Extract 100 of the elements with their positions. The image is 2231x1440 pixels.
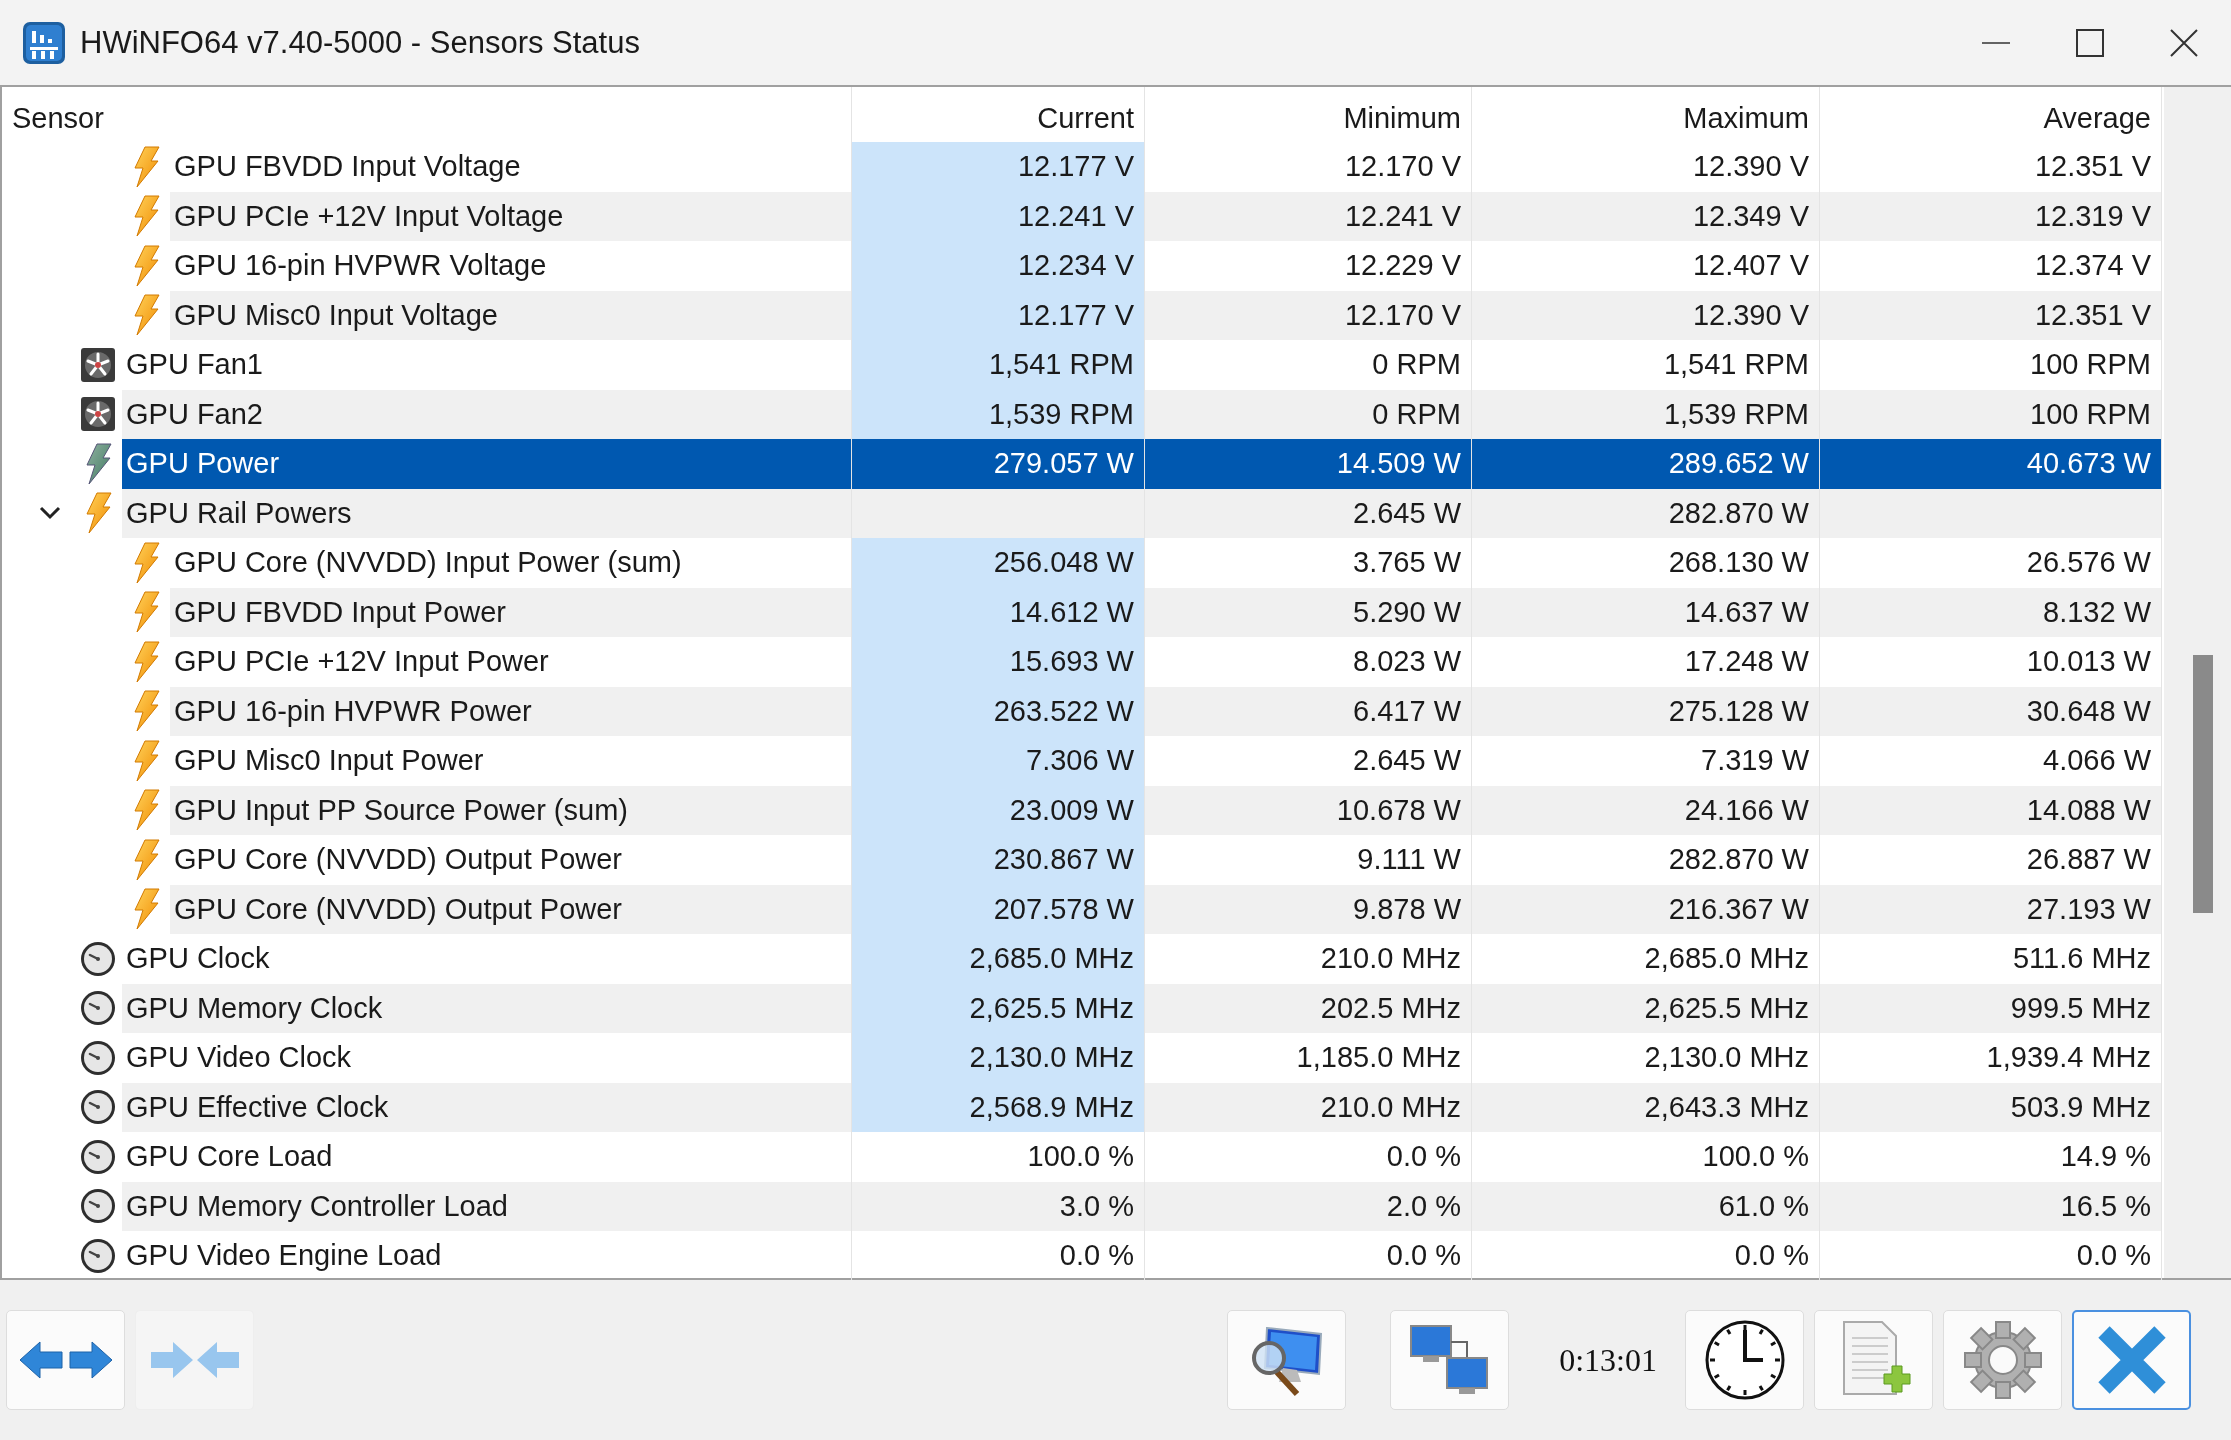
maximum-value: 282.870 W	[1472, 488, 1820, 538]
maximize-icon[interactable]	[2075, 27, 2105, 58]
maximum-value: 17.248 W	[1472, 637, 1820, 687]
current-value: 2,685.0 MHz	[852, 934, 1145, 984]
sensor-name[interactable]: GPU 16-pin HVPWR Voltage	[170, 241, 851, 291]
network-button[interactable]	[1390, 1310, 1510, 1410]
average-value: 503.9 MHz	[1820, 1082, 2162, 1132]
log-button[interactable]	[1814, 1310, 1933, 1410]
current-value: 279.057 W	[852, 439, 1145, 489]
minimum-value: 9.111 W	[1145, 835, 1472, 885]
current-value: 12.234 V	[852, 241, 1145, 291]
settings-button[interactable]	[1943, 1310, 2062, 1410]
sensor-name[interactable]: GPU Video Clock	[122, 1033, 851, 1083]
average-value: 8.132 W	[1820, 587, 2162, 637]
average-value: 14.9 %	[1820, 1132, 2162, 1182]
average-value: 511.6 MHz	[1820, 934, 2162, 984]
gauge-icon	[79, 1236, 117, 1275]
lightning-icon	[131, 739, 161, 782]
maximum-value: 2,130.0 MHz	[1472, 1033, 1820, 1083]
app-icon	[22, 20, 66, 65]
sensor-name[interactable]: GPU Rail Powers	[122, 488, 851, 538]
minimum-value: 2.0 %	[1145, 1181, 1472, 1231]
gauge-icon	[79, 1088, 117, 1127]
current-value: 207.578 W	[852, 884, 1145, 934]
minimum-value: 210.0 MHz	[1145, 934, 1472, 984]
sensor-name[interactable]: GPU Input PP Source Power (sum)	[170, 785, 851, 835]
average-value: 40.673 W	[1820, 439, 2162, 489]
sensor-name[interactable]: GPU Core (NVVDD) Input Power (sum)	[170, 538, 851, 588]
sensor-name[interactable]: GPU Memory Controller Load	[122, 1181, 851, 1231]
timer: 0:13:01	[1558, 1341, 1658, 1379]
clock-button[interactable]	[1685, 1310, 1804, 1410]
sensor-name[interactable]: GPU Misc0 Input Power	[170, 736, 851, 786]
close-icon[interactable]	[2169, 27, 2199, 58]
lightning-icon	[131, 244, 161, 287]
fan-icon	[80, 396, 116, 433]
gauge-icon	[79, 1038, 117, 1077]
lightning-icon	[131, 690, 161, 733]
column-header[interactable]: Maximum	[1472, 87, 1820, 142]
sensor-name[interactable]: GPU Fan1	[122, 340, 851, 390]
chevron-icon[interactable]	[38, 505, 62, 522]
close-button[interactable]	[2072, 1310, 2191, 1410]
sensor-name[interactable]: GPU Fan2	[122, 389, 851, 439]
minimum-value: 8.023 W	[1145, 637, 1472, 687]
scrollbar-thumb[interactable]	[2193, 655, 2213, 913]
sensor-name[interactable]: GPU Memory Clock	[122, 983, 851, 1033]
minimum-value: 12.241 V	[1145, 191, 1472, 241]
sensor-name[interactable]: GPU PCIe +12V Input Power	[170, 637, 851, 687]
gauge-icon	[79, 1187, 117, 1226]
sensor-name[interactable]: GPU FBVDD Input Voltage	[170, 142, 851, 192]
average-value: 4.066 W	[1820, 736, 2162, 786]
current-value: 3.0 %	[852, 1181, 1145, 1231]
minimum-value: 5.290 W	[1145, 587, 1472, 637]
maximum-value: 2,685.0 MHz	[1472, 934, 1820, 984]
maximum-value: 282.870 W	[1472, 835, 1820, 885]
column-header[interactable]: Minimum	[1145, 87, 1472, 142]
lightning-icon	[131, 838, 161, 881]
column-header[interactable]: Average	[1820, 87, 2162, 142]
gauge-icon	[79, 939, 117, 978]
maximum-value: 1,541 RPM	[1472, 340, 1820, 390]
maximum-value: 12.390 V	[1472, 142, 1820, 192]
maximum-value: 7.319 W	[1472, 736, 1820, 786]
lightning-icon	[131, 541, 161, 584]
sensor-name[interactable]: GPU Video Engine Load	[122, 1231, 851, 1281]
minimum-value: 2.645 W	[1145, 736, 1472, 786]
sensor-name[interactable]: GPU PCIe +12V Input Voltage	[170, 191, 851, 241]
average-value: 12.351 V	[1820, 290, 2162, 340]
minimum-value: 202.5 MHz	[1145, 983, 1472, 1033]
column-header[interactable]: Sensor	[2, 87, 852, 142]
expand-button[interactable]	[6, 1310, 125, 1410]
sensor-name[interactable]: GPU Clock	[122, 934, 851, 984]
minimum-value: 12.229 V	[1145, 241, 1472, 291]
current-value: 15.693 W	[852, 637, 1145, 687]
sensor-name[interactable]: GPU Core (NVVDD) Output Power	[170, 884, 851, 934]
current-value: 100.0 %	[852, 1132, 1145, 1182]
minimum-value: 210.0 MHz	[1145, 1082, 1472, 1132]
current-value: 12.177 V	[852, 290, 1145, 340]
average-value: 26.576 W	[1820, 538, 2162, 588]
lightning-icon	[131, 591, 161, 634]
maximum-value: 275.128 W	[1472, 686, 1820, 736]
sensor-name[interactable]: GPU Misc0 Input Voltage	[170, 290, 851, 340]
sensor-name[interactable]: GPU Core (NVVDD) Output Power	[170, 835, 851, 885]
lightning-icon	[83, 442, 113, 485]
sensor-name[interactable]: GPU FBVDD Input Power	[170, 587, 851, 637]
sensors-button[interactable]	[1227, 1310, 1347, 1410]
current-value: 1,541 RPM	[852, 340, 1145, 390]
maximum-value: 12.407 V	[1472, 241, 1820, 291]
gauge-icon	[79, 1137, 117, 1176]
average-value: 100 RPM	[1820, 340, 2162, 390]
minimum-value: 3.765 W	[1145, 538, 1472, 588]
sensor-name[interactable]: GPU Core Load	[122, 1132, 851, 1182]
sensor-name[interactable]: GPU Power	[122, 439, 851, 489]
average-value: 12.374 V	[1820, 241, 2162, 291]
lightning-icon	[83, 492, 113, 535]
current-value: 1,539 RPM	[852, 389, 1145, 439]
sensor-name[interactable]: GPU 16-pin HVPWR Power	[170, 686, 851, 736]
gauge-icon	[79, 989, 117, 1028]
maximum-value: 1,539 RPM	[1472, 389, 1820, 439]
fan-icon	[80, 346, 116, 383]
maximum-value: 268.130 W	[1472, 538, 1820, 588]
sensor-name[interactable]: GPU Effective Clock	[122, 1082, 851, 1132]
